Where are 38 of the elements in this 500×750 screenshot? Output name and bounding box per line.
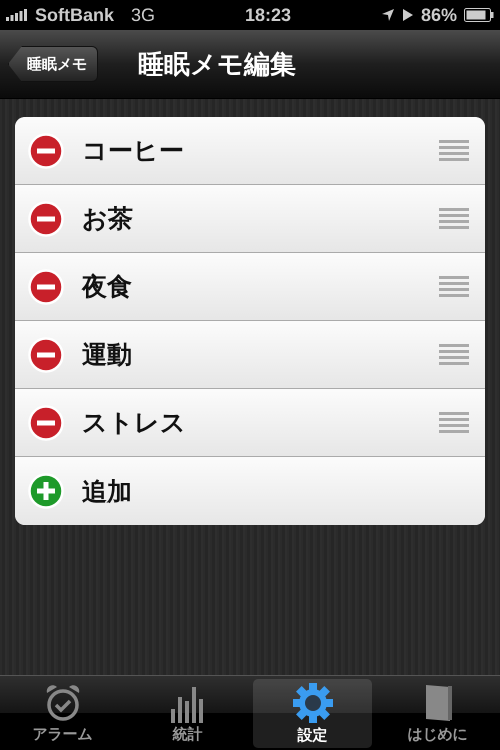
- battery-icon: [464, 8, 494, 22]
- network-type: 3G: [131, 4, 156, 26]
- carrier-name: SoftBank: [35, 4, 114, 26]
- reorder-handle-icon[interactable]: [439, 276, 469, 298]
- minus-circle-icon[interactable]: [28, 404, 64, 440]
- screen-title: 睡眠メモ編集: [138, 48, 296, 82]
- tab[interactable]: 統計: [128, 679, 247, 748]
- list-row[interactable]: 夜食: [15, 253, 485, 321]
- minus-circle-icon[interactable]: [28, 132, 64, 168]
- plus-circle-icon[interactable]: [28, 473, 64, 509]
- minus-circle-icon[interactable]: [28, 336, 64, 372]
- row-label: ストレス: [82, 407, 187, 439]
- row-label: お茶: [82, 203, 134, 235]
- reorder-handle-icon[interactable]: [439, 140, 469, 162]
- row-label: 夜食: [82, 271, 133, 303]
- list-row[interactable]: お茶: [15, 185, 485, 253]
- tab[interactable]: 設定: [253, 679, 372, 748]
- list-row[interactable]: ストレス: [15, 389, 485, 457]
- tab[interactable]: アラーム: [3, 679, 122, 748]
- reorder-handle-icon[interactable]: [439, 412, 469, 434]
- play-icon: [402, 8, 414, 22]
- row-label: 運動: [82, 339, 133, 371]
- reorder-handle-icon[interactable]: [439, 344, 469, 366]
- list-row[interactable]: コーヒー: [15, 117, 485, 185]
- location-arrow-icon: [380, 8, 395, 22]
- gear-icon: [292, 682, 334, 724]
- signal-icon: [6, 9, 28, 21]
- tab[interactable]: はじめに: [378, 679, 497, 748]
- row-label: 追加: [82, 476, 133, 508]
- list-row[interactable]: 追加: [15, 457, 485, 525]
- list-row[interactable]: 運動: [15, 321, 485, 389]
- minus-circle-icon[interactable]: [28, 268, 64, 304]
- minus-circle-icon[interactable]: [28, 200, 64, 236]
- row-label: コーヒー: [82, 135, 185, 167]
- reorder-handle-icon[interactable]: [439, 208, 469, 230]
- back-button[interactable]: 睡眠メモ: [8, 46, 98, 82]
- clock-time: 18:23: [244, 4, 292, 26]
- battery-percent: 86%: [420, 4, 457, 26]
